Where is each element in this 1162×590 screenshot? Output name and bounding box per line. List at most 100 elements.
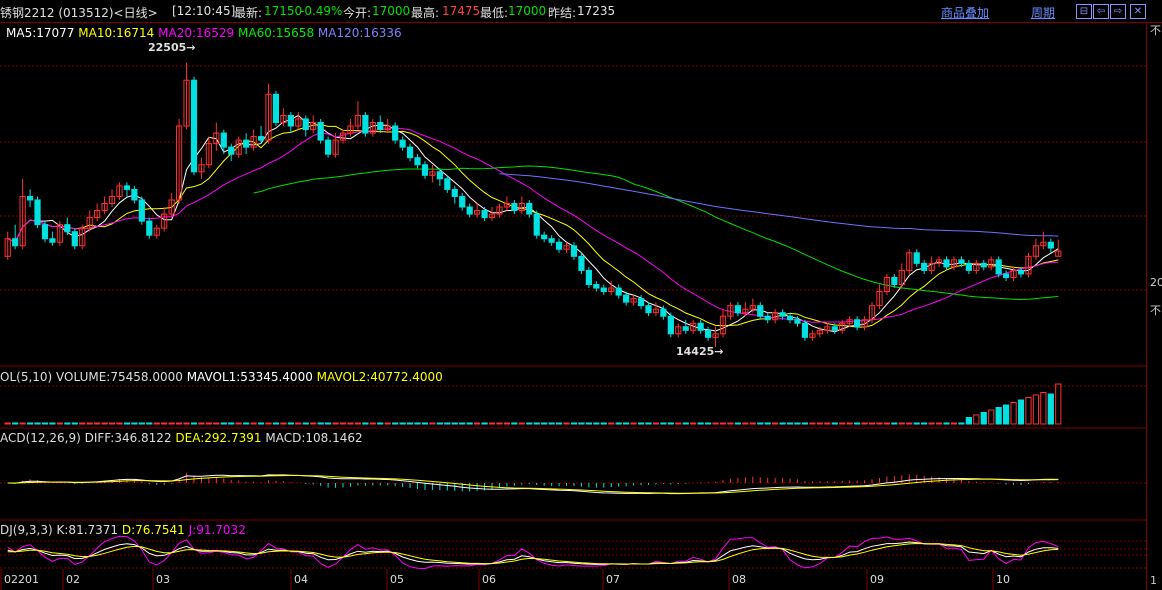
volume-bar bbox=[399, 422, 406, 425]
volume-bar bbox=[1055, 383, 1062, 425]
volume-bar bbox=[660, 422, 667, 425]
volume-bar bbox=[511, 422, 518, 425]
volume-bar bbox=[704, 422, 712, 425]
x-tick-label: 03 bbox=[156, 573, 170, 586]
j-value: J:91.7032 bbox=[188, 523, 246, 537]
candle-body bbox=[697, 322, 704, 331]
candle-body bbox=[317, 121, 324, 141]
volume-bar bbox=[108, 422, 116, 425]
candle-body bbox=[436, 171, 443, 180]
volume-bar bbox=[623, 422, 630, 425]
volume-bar bbox=[175, 422, 183, 425]
d-value: D:76.7541 bbox=[121, 523, 185, 537]
candle-body bbox=[421, 164, 429, 176]
volume-bar bbox=[213, 422, 220, 425]
kline-chart[interactable]: 02201 02 03 04 05 06 07 08 09 10 bbox=[0, 0, 1146, 590]
volume-bar bbox=[1047, 393, 1054, 425]
candle-body bbox=[682, 326, 689, 331]
volume-bar bbox=[921, 422, 928, 425]
volume-bar bbox=[1040, 392, 1047, 425]
candle-body bbox=[459, 195, 466, 208]
volume-bar bbox=[593, 422, 600, 425]
volume-bar bbox=[466, 422, 473, 425]
volume-bar bbox=[935, 422, 943, 425]
volume-bar bbox=[712, 422, 719, 425]
candle-body bbox=[220, 132, 227, 148]
candle-body bbox=[190, 79, 198, 173]
volume-bar bbox=[578, 422, 585, 425]
volume-bar bbox=[71, 422, 78, 425]
side-text-3: 不 bbox=[1150, 304, 1161, 317]
volume-bar bbox=[347, 422, 354, 425]
volume-bar bbox=[4, 422, 11, 425]
candle-body bbox=[704, 329, 712, 338]
volume-bar bbox=[608, 422, 615, 425]
candle-body bbox=[257, 136, 265, 141]
ma5-legend: MA5:17077 bbox=[6, 26, 75, 40]
macd-value: MACD:108.1462 bbox=[265, 431, 363, 445]
volume-bar bbox=[302, 422, 309, 425]
volume-bar bbox=[541, 422, 548, 425]
volume-bar bbox=[637, 422, 645, 425]
volume-bar bbox=[384, 422, 391, 425]
volume-bar bbox=[183, 422, 190, 425]
ma-legend: MA5:17077 MA10:16714 MA20:16529 MA60:156… bbox=[6, 26, 402, 40]
volume-bar bbox=[131, 422, 138, 425]
volume-bar bbox=[563, 422, 570, 425]
volume-bar bbox=[280, 422, 287, 425]
ma-line-ma120 bbox=[499, 173, 1059, 237]
volume-bar bbox=[749, 422, 756, 425]
candle-body bbox=[287, 114, 294, 127]
candle-body bbox=[406, 146, 414, 159]
candle-body bbox=[779, 312, 786, 317]
kdj-legend: DJ(9,3,3) K:81.7371 D:76.7541 J:91.7032 bbox=[0, 523, 246, 537]
candle-body bbox=[965, 262, 972, 271]
volume-bar bbox=[123, 422, 131, 425]
volume-bar bbox=[243, 422, 250, 425]
volume-bar bbox=[943, 422, 950, 425]
volume-bar bbox=[161, 422, 168, 425]
volume-bar bbox=[719, 422, 727, 425]
volume-bar bbox=[548, 422, 555, 425]
volume-bar bbox=[481, 422, 488, 425]
volume-bar bbox=[377, 422, 384, 425]
volume-bar bbox=[630, 422, 637, 425]
volume-bar bbox=[958, 422, 965, 425]
volume-bar bbox=[585, 422, 592, 425]
low-annotation: 14425→ bbox=[676, 345, 724, 358]
volume-bar bbox=[488, 422, 496, 425]
x-tick-label: 02 bbox=[66, 573, 80, 586]
candle-body bbox=[49, 238, 56, 243]
volume-bar bbox=[794, 422, 801, 425]
volume-bar bbox=[421, 422, 429, 425]
x-tick-label: 04 bbox=[294, 573, 308, 586]
volume-bar bbox=[950, 422, 958, 425]
candle-body bbox=[362, 114, 369, 134]
candle-body bbox=[64, 224, 71, 233]
volume-bar bbox=[861, 422, 868, 425]
candle-body bbox=[533, 213, 540, 236]
high-annotation: 22505→ bbox=[148, 41, 196, 54]
volume-bar bbox=[786, 422, 794, 425]
candle-body bbox=[444, 178, 451, 190]
x-tick-label: 06 bbox=[482, 573, 496, 586]
candle-body bbox=[243, 139, 250, 148]
volume-bar bbox=[94, 422, 101, 425]
candle-body bbox=[623, 294, 630, 303]
candle-body bbox=[891, 276, 898, 286]
candle-body bbox=[585, 269, 592, 286]
candle-body bbox=[645, 305, 652, 314]
candle-body bbox=[853, 319, 861, 328]
volume-bar bbox=[1025, 397, 1032, 425]
candle-body bbox=[548, 238, 555, 243]
volume-bar bbox=[41, 422, 49, 425]
volume-bar bbox=[853, 422, 861, 425]
candle-body bbox=[26, 195, 34, 201]
volume-bar bbox=[116, 422, 123, 425]
volume-bar bbox=[615, 422, 622, 425]
volume-bar bbox=[138, 422, 145, 425]
candle-body bbox=[555, 241, 563, 250]
x-tick-label: 07 bbox=[606, 573, 620, 586]
volume-bar bbox=[310, 422, 317, 425]
ma20-legend: MA20:16529 bbox=[158, 26, 235, 40]
